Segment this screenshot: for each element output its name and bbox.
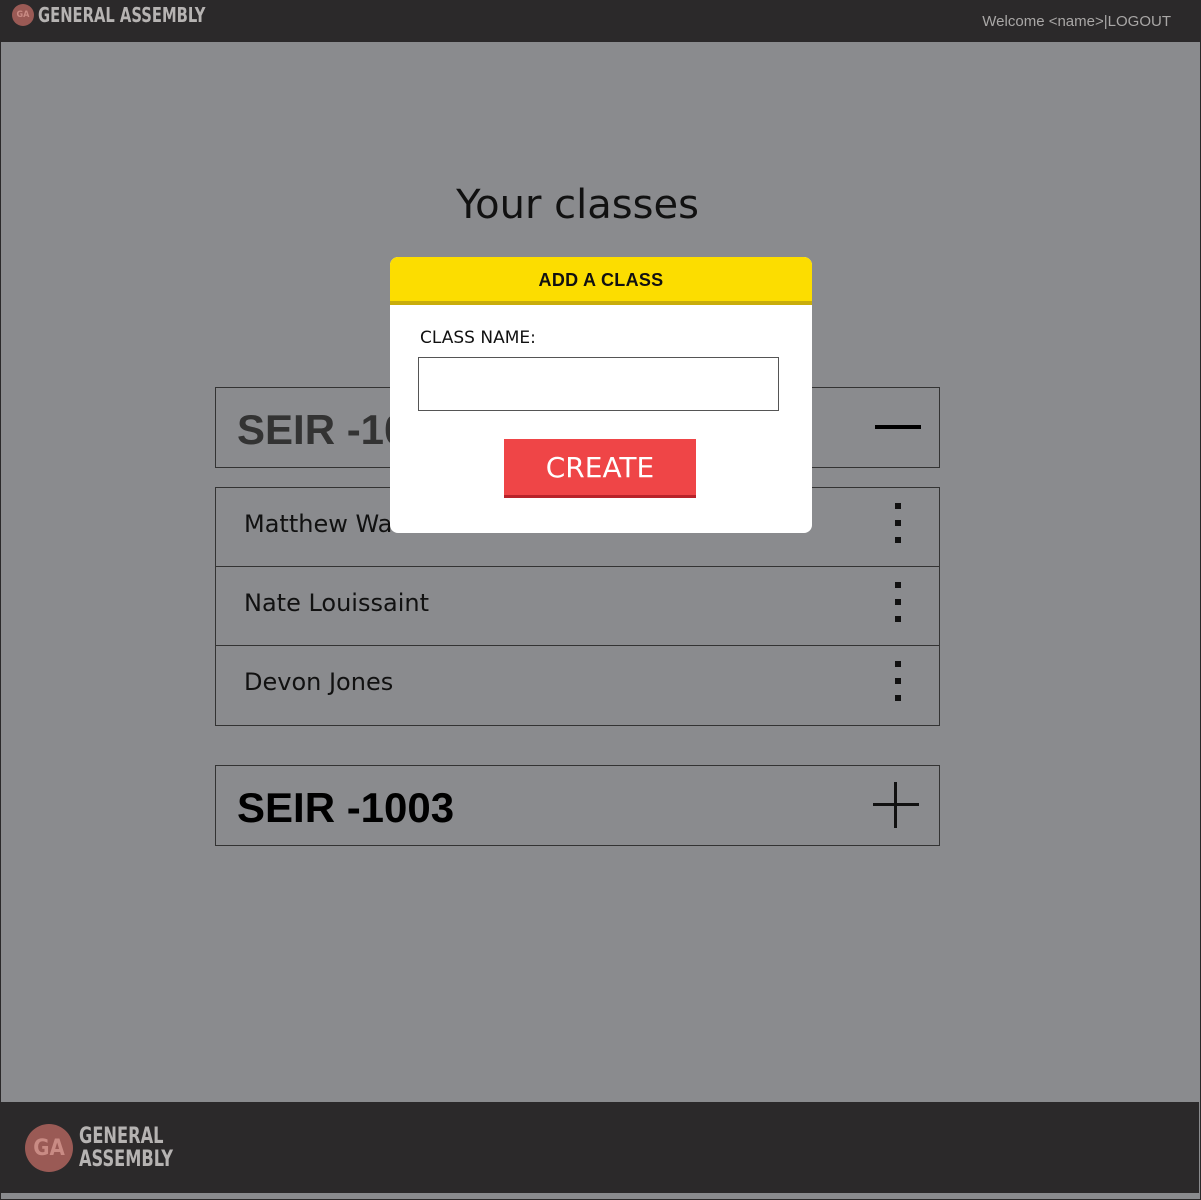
ga-badge-icon: GA bbox=[25, 1124, 73, 1172]
footer: GA GENERAL ASSEMBLY bbox=[0, 1102, 1199, 1193]
logout-link[interactable]: LOGOUT bbox=[1108, 13, 1171, 30]
page-title: Your classes bbox=[456, 182, 699, 228]
footer-brand-name: GENERAL ASSEMBLY bbox=[79, 1125, 173, 1171]
student-name: Nate Louissaint bbox=[244, 589, 429, 617]
footer-brand-line: ASSEMBLY bbox=[79, 1147, 174, 1172]
student-name: Devon Jones bbox=[244, 668, 394, 696]
brand-name: GENERAL ASSEMBLY bbox=[38, 3, 206, 27]
class-name-label: CLASS NAME: bbox=[420, 328, 536, 348]
class-name-input[interactable] bbox=[418, 357, 779, 411]
more-options-icon[interactable] bbox=[895, 503, 901, 543]
more-options-icon[interactable] bbox=[895, 661, 901, 701]
footer-brand-line: GENERAL bbox=[79, 1124, 164, 1149]
expand-plus-icon[interactable] bbox=[873, 782, 919, 828]
footer-ga-logo[interactable]: GA GENERAL ASSEMBLY bbox=[25, 1124, 194, 1172]
modal-title: ADD A CLASS bbox=[390, 257, 812, 305]
welcome-area: Welcome <name>|LOGOUT bbox=[982, 13, 1171, 30]
class-header-seir-1003[interactable]: SEIR -1003 bbox=[215, 765, 940, 846]
top-nav-bar: GA GENERAL ASSEMBLY Welcome <name>|LOGOU… bbox=[0, 0, 1201, 42]
create-button[interactable]: CREATE bbox=[504, 439, 696, 498]
student-row[interactable]: Nate Louissaint bbox=[216, 567, 939, 646]
ga-logo[interactable]: GA GENERAL ASSEMBLY bbox=[12, 3, 242, 27]
class-name: SEIR -1003 bbox=[237, 784, 455, 831]
more-options-icon[interactable] bbox=[895, 582, 901, 622]
welcome-text: Welcome <name>| bbox=[982, 13, 1108, 30]
student-row[interactable]: Devon Jones bbox=[216, 646, 939, 725]
collapse-minus-icon[interactable] bbox=[875, 425, 921, 429]
ga-badge-icon: GA bbox=[12, 4, 34, 26]
add-class-modal: ADD A CLASS CLASS NAME: CREATE bbox=[390, 257, 812, 533]
